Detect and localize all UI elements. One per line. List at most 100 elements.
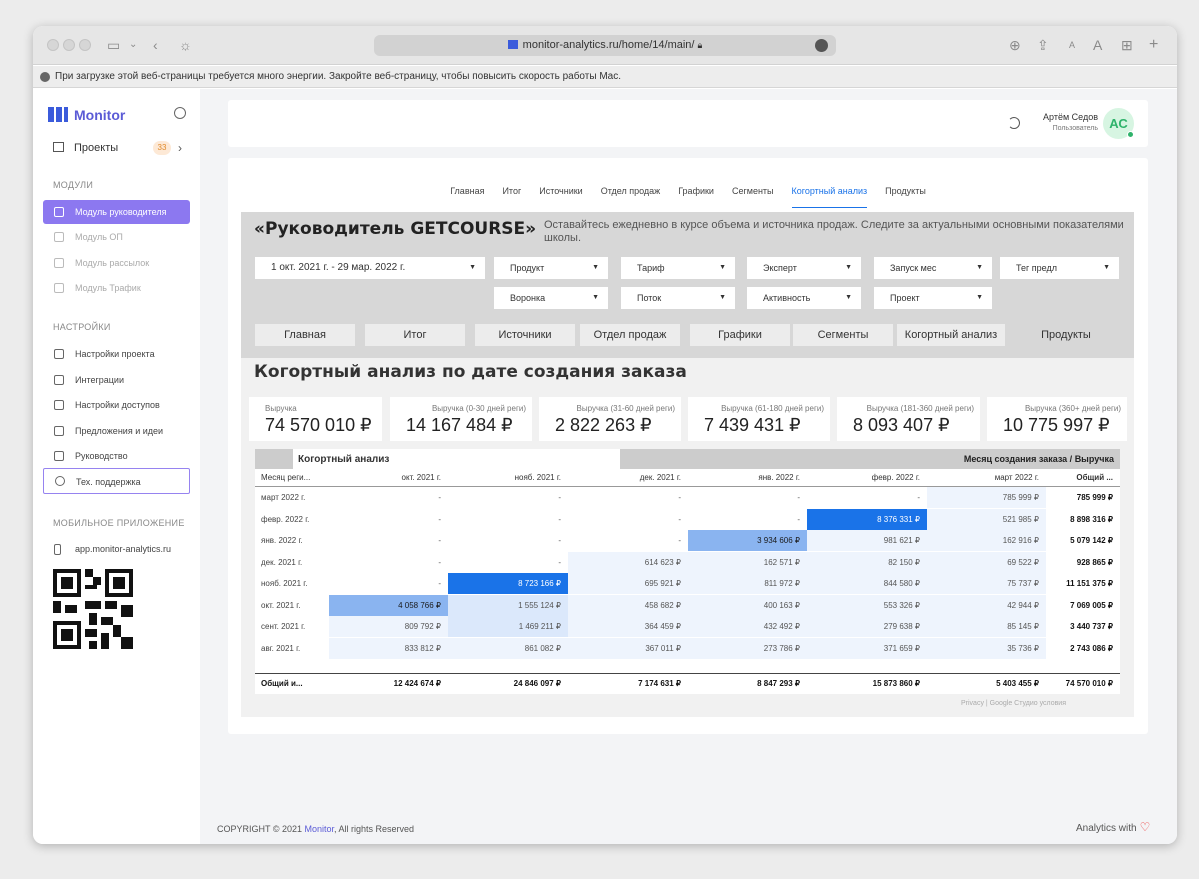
copyright-prefix: COPYRIGHT © 2021 xyxy=(217,824,305,834)
filter-expert[interactable]: Эксперт ▼ xyxy=(747,257,861,279)
filter-offer-tag[interactable]: Тег предл ▼ xyxy=(1000,257,1119,279)
report-tab-cohort[interactable]: Когортный анализ xyxy=(897,324,1005,346)
total-cell: 15 873 860 ₽ xyxy=(872,679,920,688)
filter-launch-month[interactable]: Запуск мес ▼ xyxy=(874,257,992,279)
table-cell: 400 163 ₽ xyxy=(688,594,807,616)
filter-funnel[interactable]: Воронка ▼ xyxy=(494,287,608,309)
sidebar-item-traffic-module[interactable]: Модуль Трафик xyxy=(43,276,190,300)
embedded-report: «Руководитель GETCOURSE» Оставайтесь еже… xyxy=(241,212,1134,717)
report-tab-sales[interactable]: Отдел продаж xyxy=(580,324,680,346)
date-range-value: 1 окт. 2021 г. - 29 мар. 2022 г. xyxy=(271,262,406,273)
projects-item[interactable]: Проекты 33 › xyxy=(53,139,188,157)
sidebar-item-guide[interactable]: Руководство xyxy=(43,444,190,468)
mobile-app-link[interactable]: app.monitor-analytics.ru xyxy=(43,537,190,561)
table-cell: 8 376 331 ₽ xyxy=(807,508,927,530)
sidebar-item-access-settings[interactable]: Настройки доступов xyxy=(43,393,190,417)
sidebar-item-label: Модуль ОП xyxy=(75,232,123,242)
report-tab-charts[interactable]: Графики xyxy=(690,324,790,346)
share-icon[interactable]: ⇪ xyxy=(1037,36,1049,54)
minimize-window-button[interactable] xyxy=(63,39,75,51)
report-tab-main[interactable]: Главная xyxy=(255,324,355,346)
energy-warning-bar: При загрузке этой веб-страницы требуется… xyxy=(33,66,1177,88)
sidebar-item-label: Тех. поддержка xyxy=(76,477,141,487)
filter-product[interactable]: Продукт ▼ xyxy=(494,257,608,279)
reader-icon[interactable] xyxy=(815,39,828,52)
tab-products[interactable]: Продукты xyxy=(885,186,926,207)
header-spacer xyxy=(255,449,293,469)
tab-cohort[interactable]: Когортный анализ xyxy=(791,186,868,208)
table-cell: - xyxy=(558,514,561,524)
sidebar-item-ideas[interactable]: Предложения и идеи xyxy=(43,419,190,443)
phone-icon xyxy=(54,544,61,555)
footer-analytics-text: Analytics with xyxy=(1076,823,1137,834)
table-cell: 273 786 ₽ xyxy=(688,637,807,659)
chevron-down-icon[interactable]: ⌄ xyxy=(129,36,137,54)
kpi-label: Выручка xyxy=(265,404,297,413)
zoom-window-button[interactable] xyxy=(79,39,91,51)
table-cell: 432 492 ₽ xyxy=(688,616,807,637)
kpi-value: 8 093 407 ₽ xyxy=(853,415,950,435)
copyright-brand-link[interactable]: Monitor xyxy=(305,824,335,834)
sidebar-item-sales-module[interactable]: Модуль ОП xyxy=(43,225,190,249)
tabs-icon[interactable]: ⊞ xyxy=(1121,36,1133,54)
text-smaller-icon[interactable]: A xyxy=(1069,36,1075,54)
filter-stream[interactable]: Поток ▼ xyxy=(621,287,735,309)
report-tab-sources[interactable]: Источники xyxy=(475,324,575,346)
table-cell: 553 326 ₽ xyxy=(807,594,927,616)
moon-icon[interactable] xyxy=(1008,117,1020,129)
sidebar-toggle-icon[interactable]: ▭ xyxy=(107,36,120,54)
tab-segments[interactable]: Сегменты xyxy=(732,186,774,207)
filter-label: Эксперт xyxy=(763,263,797,273)
user-name[interactable]: Артём Седов xyxy=(1028,112,1098,122)
report-tab-summary[interactable]: Итог xyxy=(365,324,465,346)
report-header: «Руководитель GETCOURSE» Оставайтесь еже… xyxy=(241,212,1134,358)
row-label: нояб. 2021 г. xyxy=(261,579,308,588)
close-window-button[interactable] xyxy=(47,39,59,51)
brightness-icon[interactable]: ☼ xyxy=(179,36,192,54)
filter-tariff[interactable]: Тариф ▼ xyxy=(621,257,735,279)
projects-label: Проекты xyxy=(74,142,119,154)
sidebar-item-mailing-module[interactable]: Модуль рассылок xyxy=(43,251,190,275)
column-header: нояб. 2021 г. xyxy=(514,473,561,482)
table-cell: - xyxy=(558,557,561,567)
tab-main[interactable]: Главная xyxy=(450,186,484,207)
browser-window: ▭ ⌄ ‹ ☼ monitor-analytics.ru/home/14/mai… xyxy=(33,26,1177,844)
site-logo-icon xyxy=(507,40,518,49)
sidebar-item-head-module[interactable]: Модуль руководителя xyxy=(43,200,190,224)
tab-charts[interactable]: Графики xyxy=(678,186,714,207)
sidebar-item-project-settings[interactable]: Настройки проекта xyxy=(43,342,190,366)
brand-logo[interactable]: Monitor xyxy=(48,105,125,125)
sidebar-item-integrations[interactable]: Интеграции xyxy=(43,368,190,392)
caret-down-icon: ▼ xyxy=(469,264,476,271)
sidebar-item-support[interactable]: Тех. поддержка xyxy=(43,468,190,494)
column-header: март 2022 г. xyxy=(994,473,1039,482)
caret-down-icon: ▼ xyxy=(1103,264,1110,271)
table-cell: 861 082 ₽ xyxy=(448,637,568,659)
date-range-select[interactable]: 1 окт. 2021 г. - 29 мар. 2022 г. ▼ xyxy=(255,257,485,279)
avatar[interactable]: АС xyxy=(1103,108,1134,139)
report-footnote[interactable]: Privacy | Google Студио условия xyxy=(961,700,1066,707)
monitor-logo-icon xyxy=(48,107,68,122)
filter-project[interactable]: Проект ▼ xyxy=(874,287,992,309)
report-tab-products[interactable]: Продукты xyxy=(1010,324,1122,346)
filter-label: Проект xyxy=(890,293,920,303)
table-cell: 82 150 ₽ xyxy=(807,551,927,573)
table-cell: 811 972 ₽ xyxy=(688,573,807,594)
report-tab-segments[interactable]: Сегменты xyxy=(793,324,893,346)
back-icon[interactable]: ‹ xyxy=(153,36,158,54)
caret-down-icon: ▼ xyxy=(976,264,983,271)
tab-summary[interactable]: Итог xyxy=(502,186,521,207)
close-icon[interactable] xyxy=(40,72,50,82)
filter-activity[interactable]: Активность ▼ xyxy=(747,287,861,309)
row-total: 2 743 086 ₽ xyxy=(1070,643,1113,653)
new-tab-icon[interactable]: + xyxy=(1149,36,1158,54)
settings-circle-icon[interactable] xyxy=(174,107,186,119)
text-larger-icon[interactable]: A xyxy=(1093,36,1102,54)
tab-sources[interactable]: Источники xyxy=(539,186,582,207)
tab-sales[interactable]: Отдел продаж xyxy=(601,186,661,207)
table-cell: 69 522 ₽ xyxy=(927,551,1046,573)
download-icon[interactable]: ⊕ xyxy=(1009,36,1021,54)
kpi-value: 14 167 484 ₽ xyxy=(406,415,513,435)
address-bar[interactable]: monitor-analytics.ru/home/14/main/ 🔒︎ xyxy=(374,35,836,56)
table-cell: 162 916 ₽ xyxy=(927,530,1046,551)
